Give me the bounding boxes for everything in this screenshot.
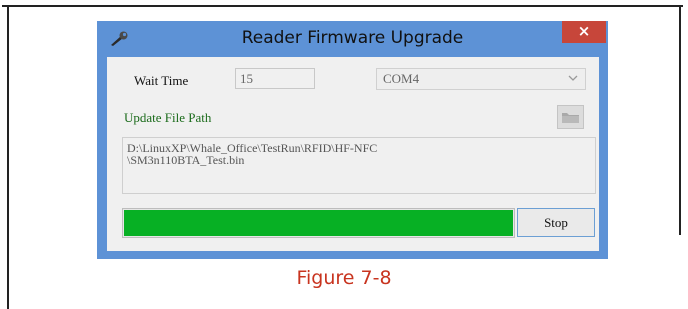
chevron-down-icon — [567, 72, 579, 84]
upgrade-progress-bar — [122, 208, 515, 238]
com-port-select[interactable]: COM4 — [376, 68, 586, 90]
file-path-field[interactable]: D:\LinuxXP\Whale_Office\TestRun\RFID\HF-… — [122, 137, 596, 194]
update-file-path-label: Update File Path — [124, 110, 212, 125]
wait-time-label: Wait Time — [134, 73, 189, 88]
browse-folder-button[interactable] — [557, 105, 584, 129]
firmware-upgrade-dialog: Reader Firmware Upgrade × Wait Time 15 C… — [97, 21, 608, 259]
figure-caption: Figure 7-8 — [296, 267, 392, 289]
wait-time-input[interactable]: 15 — [235, 68, 315, 89]
close-button[interactable]: × — [562, 21, 606, 43]
stop-button[interactable]: Stop — [517, 208, 595, 237]
folder-icon — [558, 113, 583, 132]
com-port-value: COM4 — [383, 71, 420, 86]
frame-top-border — [2, 5, 683, 7]
frame-right-border — [679, 5, 681, 235]
dialog-client-area: Wait Time 15 COM4 Update File Path D:\Li… — [107, 57, 599, 251]
progress-fill — [124, 210, 513, 236]
frame-left-border — [7, 5, 9, 309]
window-title: Reader Firmware Upgrade — [241, 28, 464, 48]
title-bar[interactable]: Reader Firmware Upgrade × — [97, 21, 608, 57]
file-path-line-2: \SM3n110BTA_Test.bin — [127, 153, 245, 167]
